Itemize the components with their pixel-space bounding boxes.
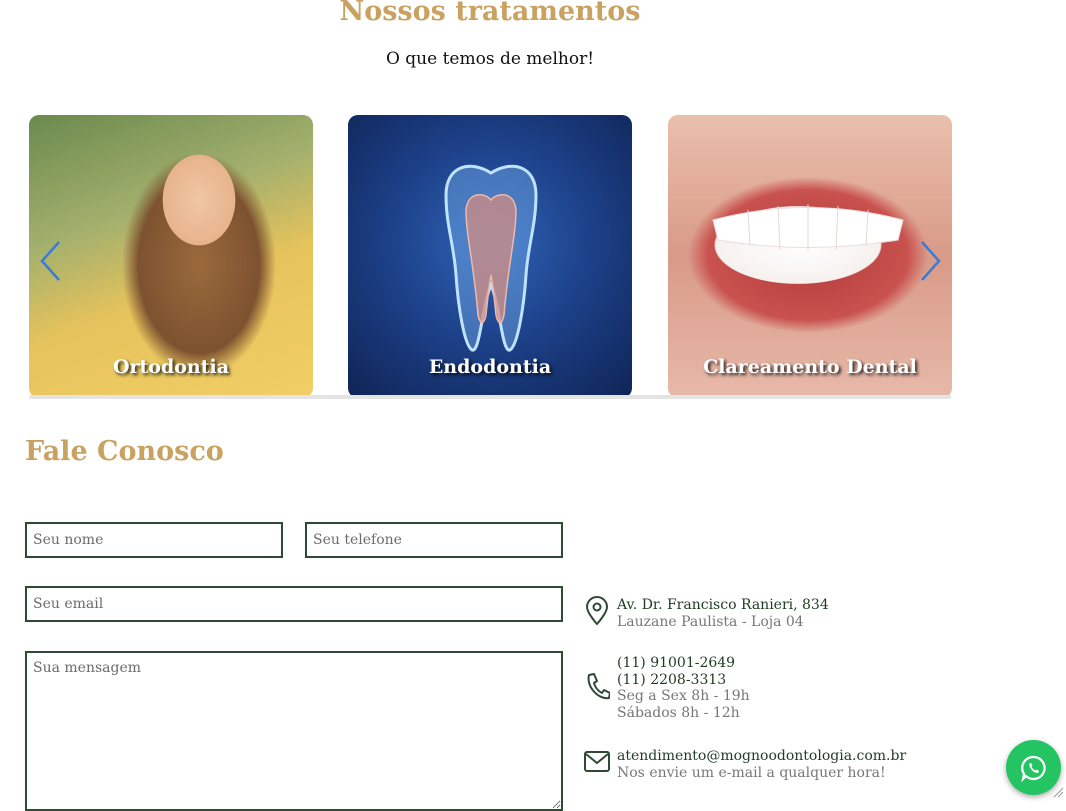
treatment-card-clareamento[interactable]: Clareamento Dental — [668, 115, 952, 398]
treatment-card-endodontia[interactable]: Endodontia — [348, 115, 632, 398]
treatment-card-label: Clareamento Dental — [703, 356, 917, 378]
section-title: Nossos tratamentos — [339, 0, 641, 27]
contact-title: Fale Conosco — [25, 436, 224, 467]
phone-field[interactable] — [305, 522, 563, 558]
address-block: Av. Dr. Francisco Ranieri, 834 Lauzane P… — [617, 597, 829, 630]
phone-block: (11) 91001-2649 (11) 2208-3313 Seg a Sex… — [617, 655, 750, 721]
phone-number-1[interactable]: (11) 91001-2649 — [617, 655, 750, 672]
treatment-card-label: Endodontia — [428, 356, 552, 378]
email-field[interactable] — [25, 586, 563, 622]
whatsapp-icon — [1020, 755, 1046, 782]
map-pin-icon — [585, 596, 609, 626]
mail-icon — [584, 751, 610, 772]
message-field[interactable] — [25, 651, 563, 811]
carousel-scrollbar[interactable] — [29, 395, 951, 399]
chevron-left-icon[interactable] — [39, 240, 63, 282]
treatments-carousel[interactable]: Ortodontia Endodontia Clareamento Dental — [29, 115, 952, 400]
address-line1: Av. Dr. Francisco Ranieri, 834 — [617, 597, 829, 613]
treatment-card-ortodontia[interactable]: Ortodontia — [29, 115, 313, 398]
hours-saturday: Sábados 8h - 12h — [617, 704, 740, 721]
teeth-illustration — [712, 204, 904, 251]
address-line2: Lauzane Paulista - Loja 04 — [617, 613, 804, 630]
resize-grip-icon[interactable] — [1052, 786, 1064, 798]
name-field[interactable] — [25, 522, 283, 558]
email-address[interactable]: atendimento@mognoodontologia.com.br — [617, 748, 906, 765]
hours-weekdays: Seg a Sex 8h - 19h — [617, 688, 750, 704]
email-block: atendimento@mognoodontologia.com.br Nos … — [617, 748, 906, 781]
chevron-right-icon[interactable] — [918, 240, 942, 282]
section-subtitle: O que temos de melhor! — [385, 49, 595, 69]
treatment-card-label: Ortodontia — [112, 356, 230, 378]
phone-number-2[interactable]: (11) 2208-3313 — [617, 672, 750, 689]
phone-icon — [587, 673, 610, 700]
tooth-illustration — [444, 164, 538, 352]
email-note: Nos envie um e-mail a qualquer hora! — [617, 764, 886, 781]
